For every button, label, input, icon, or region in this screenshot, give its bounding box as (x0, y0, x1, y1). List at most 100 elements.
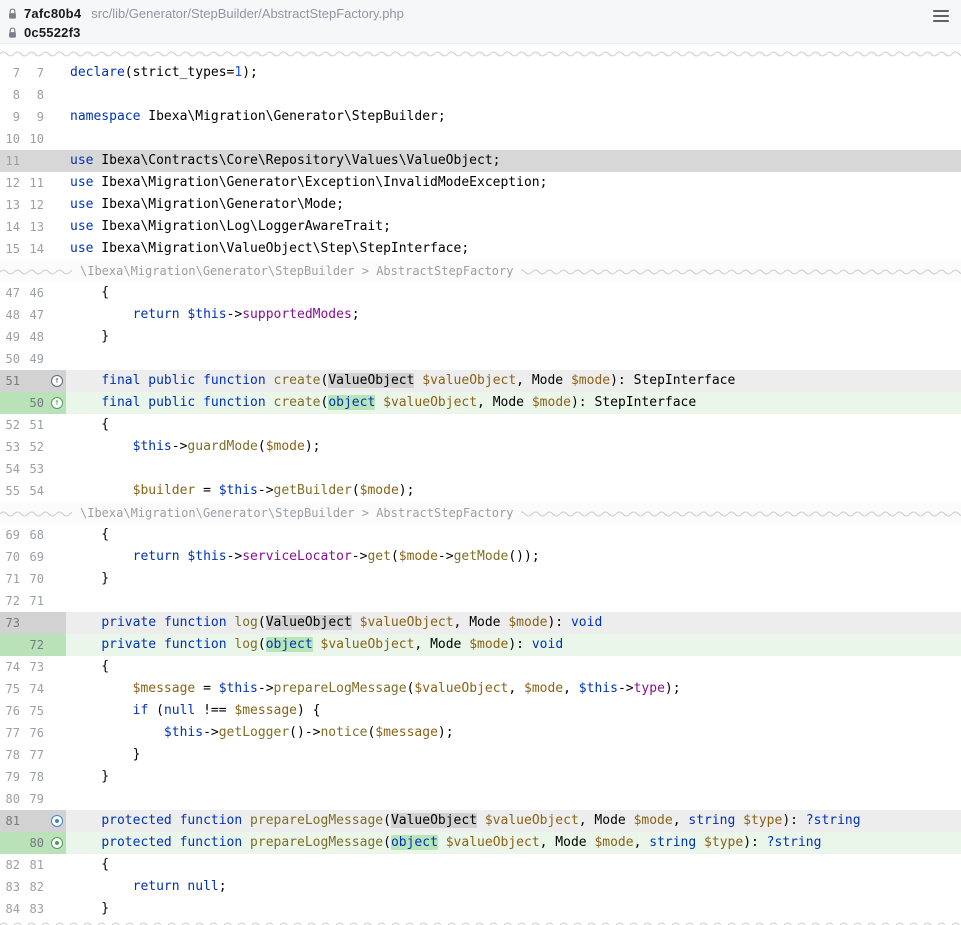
code-token: $valueObject (485, 813, 579, 828)
line-number-new: 71 (24, 590, 48, 612)
code-text[interactable]: { (66, 656, 961, 678)
code-text[interactable]: namespace Ibexa\Migration\Generator\Step… (66, 106, 961, 128)
code-token (438, 835, 446, 850)
code-token: ( (258, 615, 266, 630)
hamburger-menu-icon[interactable] (933, 10, 949, 25)
collapsed-region-top[interactable] (0, 44, 961, 62)
code-text[interactable]: { (66, 414, 961, 436)
code-token: object (328, 395, 375, 410)
overriding-method-old-icon[interactable] (51, 375, 63, 387)
code-token: { (70, 857, 109, 872)
code-text[interactable]: } (66, 568, 961, 590)
fold-context-label: \Ibexa\Migration\Generator\StepBuilder >… (72, 264, 521, 278)
line-number-new: 13 (24, 216, 48, 238)
code-text[interactable]: } (66, 766, 961, 788)
line-number-old: 9 (0, 106, 24, 128)
diff-line: 11use Ibexa\Contracts\Core\Repository\Va… (0, 150, 961, 172)
code-text[interactable]: { (66, 854, 961, 876)
code-text[interactable]: private function log(object $valueObject… (66, 634, 961, 656)
code-token: ( (391, 549, 399, 564)
code-text[interactable]: } (66, 326, 961, 348)
code-token: notice (320, 725, 367, 740)
line-number-new: 10 (24, 128, 48, 150)
code-token: if (133, 703, 149, 718)
code-text[interactable]: return null; (66, 876, 961, 898)
code-text[interactable]: use Ibexa\Contracts\Core\Repository\Valu… (66, 150, 961, 172)
code-token: Ibexa\Migration\Generator\Mode; (93, 197, 343, 212)
code-token (313, 637, 321, 652)
code-token: use (70, 153, 93, 168)
collapsed-region-bottom[interactable] (0, 920, 961, 925)
code-token: declare (70, 65, 125, 80)
code-text[interactable]: return $this->serviceLocator->get($mode-… (66, 546, 961, 568)
code-token: ): StepInterface (571, 395, 696, 410)
code-text[interactable]: final public function create(ValueObject… (66, 370, 961, 392)
line-number-old: 12 (0, 172, 24, 194)
code-text[interactable]: use Ibexa\Migration\Generator\Mode; (66, 194, 961, 216)
line-number-new (24, 612, 48, 634)
code-token: ; (352, 307, 360, 322)
code-token: ()); (508, 549, 539, 564)
line-number-new: 78 (24, 766, 48, 788)
code-text[interactable] (66, 348, 961, 370)
gutter (48, 568, 66, 590)
code-text[interactable]: $this->getLogger()->notice($message); (66, 722, 961, 744)
code-token: $valueObject (321, 637, 415, 652)
code-token (70, 395, 101, 410)
diff-line: 77declare(strict_types=1); (0, 62, 961, 84)
fold-separator[interactable]: \Ibexa\Migration\Generator\StepBuilder >… (0, 502, 961, 524)
line-number-old: 13 (0, 194, 24, 216)
code-token (477, 813, 485, 828)
code-text[interactable] (66, 128, 961, 150)
overridden-method-new-icon[interactable] (51, 837, 63, 849)
diff-line: 7978 } (0, 766, 961, 788)
diff-line: 7473 { (0, 656, 961, 678)
fold-separator[interactable]: \Ibexa\Migration\Generator\StepBuilder >… (0, 260, 961, 282)
overriding-method-new-icon[interactable] (51, 397, 63, 409)
code-text[interactable]: use Ibexa\Migration\ValueObject\Step\Ste… (66, 238, 961, 260)
code-text[interactable]: protected function prepareLogMessage(Val… (66, 810, 961, 832)
overridden-method-old-icon[interactable] (51, 815, 63, 827)
line-number-old (0, 832, 24, 854)
code-text[interactable]: } (66, 744, 961, 766)
gutter (48, 678, 66, 700)
code-text[interactable] (66, 458, 961, 480)
code-text[interactable]: if (null !== $message) { (66, 700, 961, 722)
code-text[interactable]: protected function prepareLogMessage(obj… (66, 832, 961, 854)
code-token (266, 395, 274, 410)
diff-content: 77declare(strict_types=1);8899namespace … (0, 62, 961, 920)
code-text[interactable]: declare(strict_types=1); (66, 62, 961, 84)
code-token: function (180, 813, 243, 828)
code-text[interactable] (66, 590, 961, 612)
code-text[interactable]: $this->guardMode($mode); (66, 436, 961, 458)
code-text[interactable]: { (66, 524, 961, 546)
code-token: ); (399, 483, 415, 498)
code-token (70, 681, 133, 696)
code-token: ): (508, 637, 531, 652)
code-token: create (274, 395, 321, 410)
diff-line: 99namespace Ibexa\Migration\Generator\St… (0, 106, 961, 128)
fold-wave-icon (0, 920, 961, 925)
code-token: use (70, 175, 93, 190)
line-number-old: 50 (0, 348, 24, 370)
code-token: protected (101, 813, 171, 828)
line-number-new: 83 (24, 898, 48, 920)
code-text[interactable] (66, 84, 961, 106)
diff-line: 72 private function log(object $valueObj… (0, 634, 961, 656)
code-text[interactable]: final public function create(object $val… (66, 392, 961, 414)
line-number-new: 70 (24, 568, 48, 590)
code-text[interactable]: use Ibexa\Migration\Generator\Exception\… (66, 172, 961, 194)
code-text[interactable]: return $this->supportedModes; (66, 304, 961, 326)
code-text[interactable]: $message = $this->prepareLogMessage($val… (66, 678, 961, 700)
code-token (70, 637, 101, 652)
code-text[interactable]: $builder = $this->getBuilder($mode); (66, 480, 961, 502)
code-token: ( (352, 483, 360, 498)
line-number-new: 50 (24, 392, 48, 414)
code-text[interactable] (66, 788, 961, 810)
code-text[interactable]: } (66, 898, 961, 920)
code-text[interactable]: private function log(ValueObject $valueO… (66, 612, 961, 634)
code-text[interactable]: { (66, 282, 961, 304)
code-text[interactable]: use Ibexa\Migration\Log\LoggerAwareTrait… (66, 216, 961, 238)
code-token: } (70, 747, 140, 762)
code-token: ( (258, 439, 266, 454)
